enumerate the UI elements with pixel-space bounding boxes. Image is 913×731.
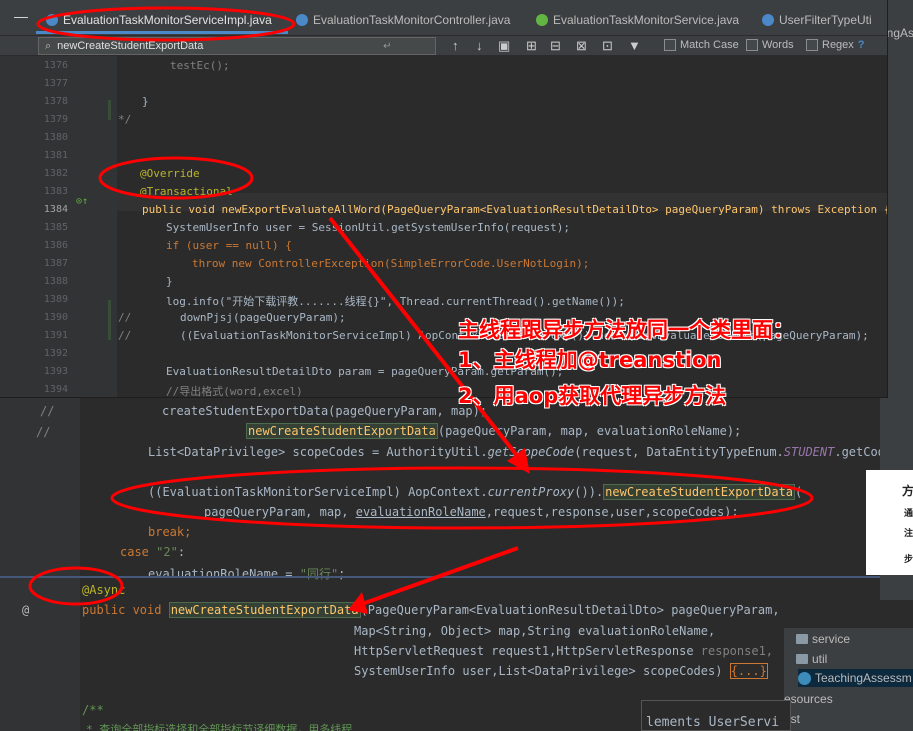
arrow-head — [348, 592, 368, 614]
annotation-overlay — [28, 6, 814, 614]
tab-circle — [36, 6, 296, 42]
arrow-head — [507, 448, 530, 474]
transactional-circle — [98, 156, 254, 200]
annotation-point-2: 2、用aop获取代理异步方法 — [458, 384, 727, 408]
arrow-line — [361, 546, 519, 606]
annotation-title: 主线程跟异步方法放同一个类里面： — [458, 318, 794, 342]
proxy-call-circle — [110, 466, 814, 530]
annotation-point-1: 1、主线程加@treanstion — [458, 348, 722, 372]
async-circle — [28, 566, 124, 606]
